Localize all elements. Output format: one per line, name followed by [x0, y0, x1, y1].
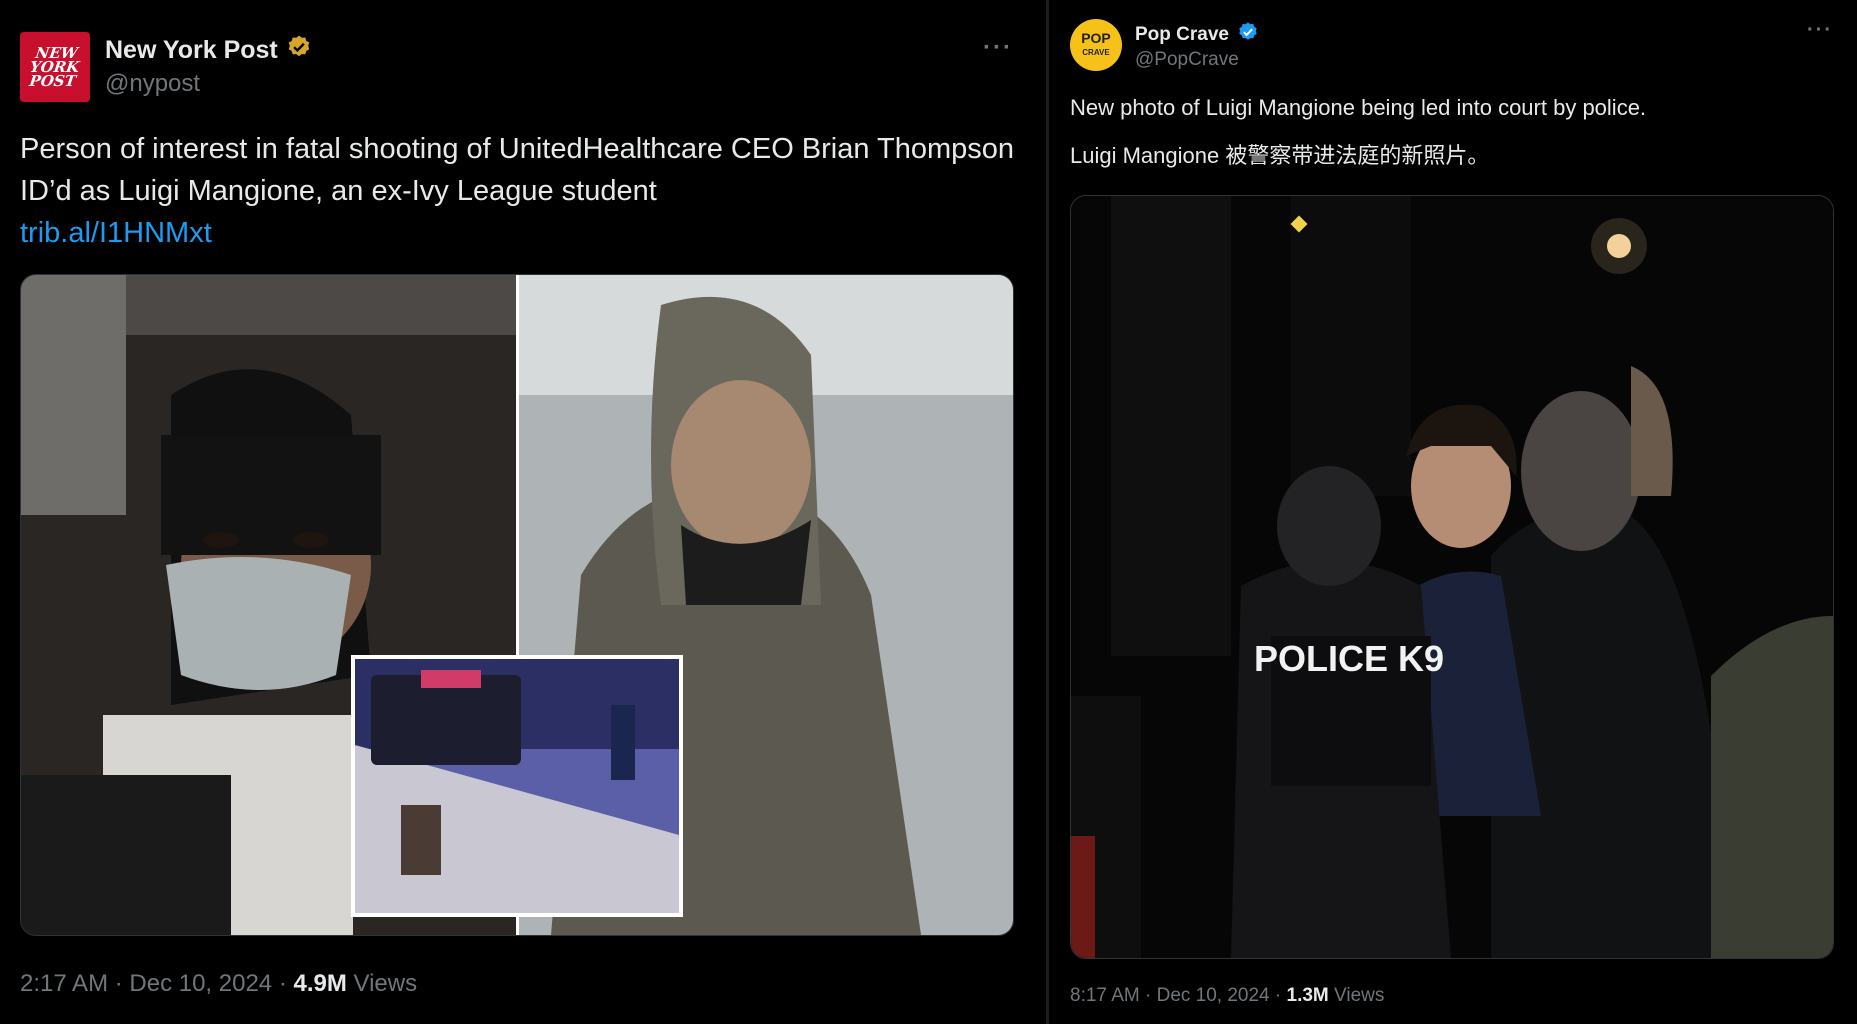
police-k9-vest-text: POLICE K9 — [1254, 638, 1444, 679]
tweet-text-chinese: Luigi Mangione 被警察带进法庭的新照片。 — [1070, 143, 1490, 168]
views-count: 4.9M — [293, 970, 347, 997]
views-label: Views — [346, 970, 418, 997]
tweet-link[interactable]: trib.al/I1HNMxt — [20, 212, 1020, 254]
verified-gold-badge-icon — [286, 34, 312, 67]
tweet-text: Person of interest in fatal shooting of … — [20, 128, 1020, 254]
more-horizontal-icon[interactable]: ··· — [1807, 19, 1833, 42]
tweet-media-photo[interactable]: POLICE K9 — [1070, 195, 1834, 959]
views-label: Views — [1328, 985, 1385, 1006]
right-tweet: POP CRAVE Pop Crave @PopCrave ··· New pho… — [1049, 0, 1857, 1024]
tweet-text-english: New photo of Luigi Mangione being led in… — [1070, 95, 1647, 120]
tweet-timestamp[interactable]: 2:17 AM · Dec 10, 2024 · — [20, 970, 293, 997]
author-name-text: New York Post — [105, 36, 278, 64]
author-name[interactable]: Pop Crave — [1135, 21, 1259, 49]
author-handle[interactable]: @nypost — [105, 70, 200, 98]
tweet-timestamp[interactable]: 8:17 AM · Dec 10, 2024 · — [1070, 985, 1287, 1006]
tweet-meta: 8:17 AM · Dec 10, 2024 · 1.3M Views — [1070, 985, 1384, 1007]
author-handle[interactable]: @PopCrave — [1135, 49, 1239, 71]
author-name-text: Pop Crave — [1135, 24, 1229, 45]
tweet-meta: 2:17 AM · Dec 10, 2024 · 4.9M Views — [20, 970, 417, 998]
nypost-logo: NEW YORK POST — [28, 44, 81, 90]
more-horizontal-icon[interactable]: ··· — [983, 34, 1013, 62]
views-count: 1.3M — [1286, 985, 1329, 1006]
nypost-avatar[interactable]: NEW YORK POST — [20, 32, 90, 102]
tweet-body: Person of interest in fatal shooting of … — [20, 133, 1015, 207]
author-name[interactable]: New York Post — [105, 34, 312, 67]
collage-photo — [21, 275, 1013, 935]
verified-blue-badge-icon — [1237, 21, 1259, 49]
tweet-media-collage[interactable] — [20, 274, 1014, 936]
popcrave-logo: POP CRAVE — [1081, 29, 1111, 57]
court-photo: POLICE K9 — [1071, 196, 1833, 958]
left-tweet: NEW YORK POST New York Post @nypost ··· Pe… — [0, 0, 1046, 1024]
popcrave-avatar[interactable]: POP CRAVE — [1070, 19, 1122, 71]
